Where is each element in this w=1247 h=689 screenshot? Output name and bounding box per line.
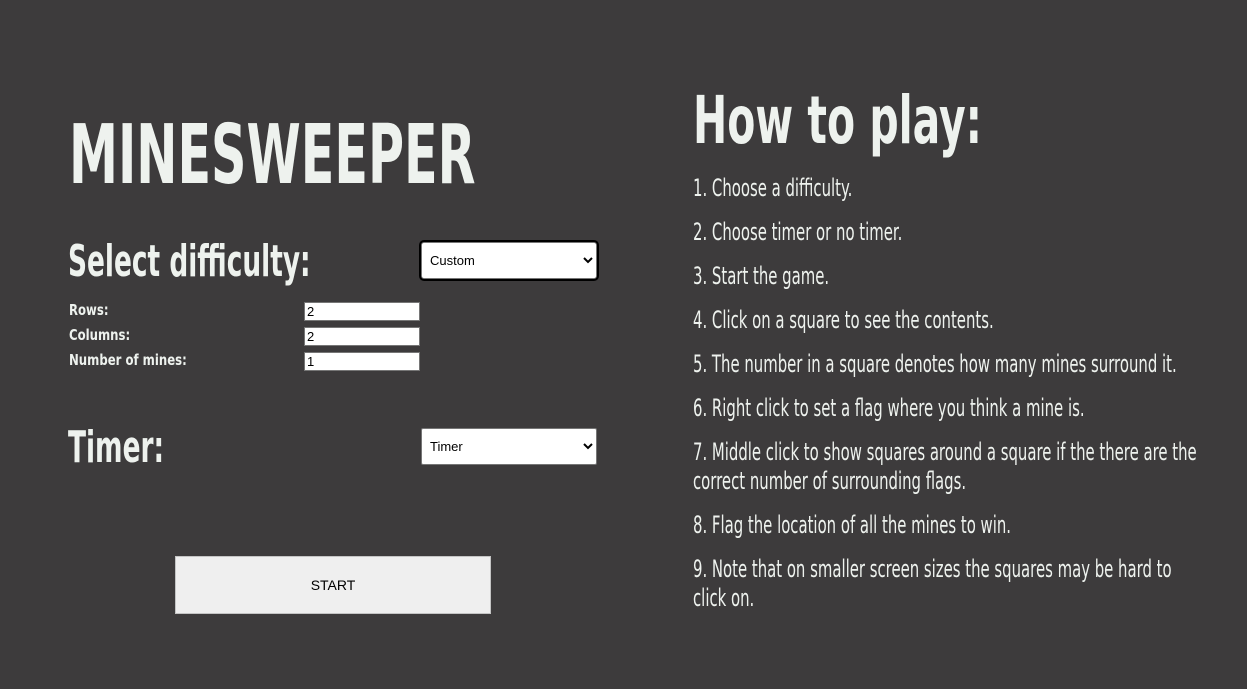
instruction-step: 5. The number in a square denotes how ma… bbox=[693, 350, 1177, 378]
instruction-step: 3. Start the game. bbox=[693, 262, 830, 290]
instruction-step: 2. Choose timer or no timer. bbox=[693, 218, 903, 246]
instruction-step: 4. Click on a square to see the contents… bbox=[693, 306, 994, 334]
columns-input[interactable] bbox=[304, 327, 420, 346]
instructions-list: 1. Choose a difficulty. 2. Choose timer … bbox=[693, 174, 1201, 628]
rows-label: Rows: bbox=[69, 301, 109, 319]
instruction-step: 9. Note that on smaller screen sizes the… bbox=[693, 555, 1172, 612]
timer-label: Timer: bbox=[68, 422, 165, 473]
game-title: MINESWEEPER bbox=[69, 108, 476, 203]
instruction-step: 7. Middle click to show squares around a… bbox=[693, 438, 1197, 495]
timer-select[interactable]: Timer bbox=[421, 428, 597, 465]
how-to-play-title: How to play: bbox=[693, 82, 983, 159]
select-difficulty-label: Select difficulty: bbox=[68, 236, 311, 287]
instruction-step: 8. Flag the location of all the mines to… bbox=[693, 511, 1012, 539]
difficulty-select[interactable]: Custom bbox=[419, 240, 599, 281]
mines-label: Number of mines: bbox=[69, 351, 187, 369]
instruction-step: 6. Right click to set a flag where you t… bbox=[693, 394, 1085, 422]
rows-input[interactable] bbox=[304, 302, 420, 321]
minesweeper-page: MINESWEEPER Select difficulty: Custom Ro… bbox=[0, 0, 1247, 689]
mines-input[interactable] bbox=[304, 352, 420, 371]
instruction-step: 1. Choose a difficulty. bbox=[693, 174, 853, 202]
start-button[interactable]: START bbox=[175, 556, 491, 614]
columns-label: Columns: bbox=[69, 326, 131, 344]
